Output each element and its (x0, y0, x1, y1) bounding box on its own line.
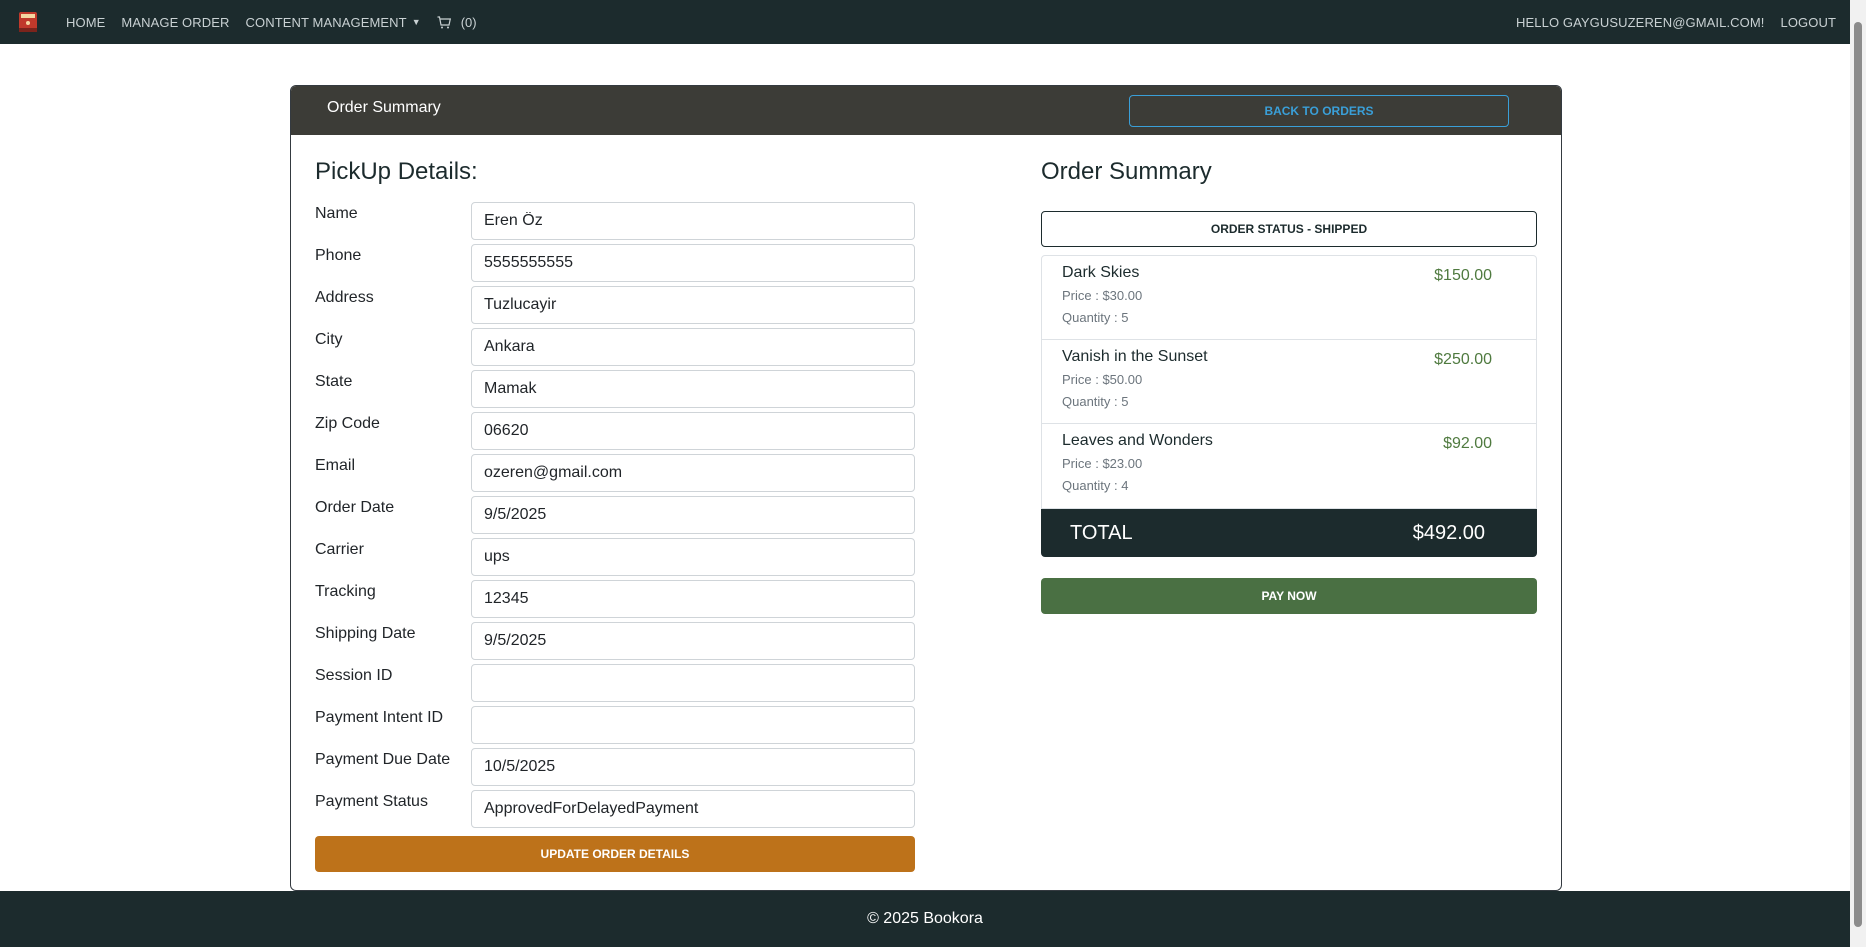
form-row: Zip Code (315, 412, 915, 454)
top-navbar: HOME MANAGE ORDER CONTENT MANAGEMENT ▼ (… (0, 0, 1850, 44)
list-item: Dark Skies Price : $30.00 Quantity : 5 $150… (1042, 256, 1536, 340)
nav-content-management[interactable]: CONTENT MANAGEMENT ▼ (246, 15, 421, 30)
card-header: Order Summary BACK TO ORDERS (291, 86, 1561, 135)
carrier-label: Carrier (315, 541, 364, 558)
update-order-details-button[interactable]: UPDATE ORDER DETAILS (315, 836, 915, 872)
payment-intent-id-label: Payment Intent ID (315, 709, 444, 726)
pickup-details-section: PickUp Details: Name Phone Address City Stat… (315, 158, 915, 872)
payment-status-label: Payment Status (315, 793, 428, 810)
email-label: Email (315, 457, 356, 474)
order-item-total: $250.00 (1434, 351, 1492, 368)
pickup-details-title: PickUp Details: (315, 158, 478, 185)
address-label: Address (315, 289, 374, 306)
zip-code-label: Zip Code (315, 415, 380, 432)
order-date-input[interactable] (471, 496, 915, 534)
form-row: Carrier (315, 538, 915, 580)
nav-user-greeting[interactable]: HELLO GAYGUSUZEREN@GMAIL.COM! (1516, 15, 1764, 30)
session-id-input[interactable] (471, 664, 915, 702)
form-row: City (315, 328, 915, 370)
phone-input[interactable] (471, 244, 915, 282)
order-date-label: Order Date (315, 499, 395, 516)
form-row: State (315, 370, 915, 412)
total-value: $492.00 (1412, 521, 1485, 544)
page-scrollbar[interactable] (1850, 0, 1866, 947)
payment-due-date-label: Payment Due Date (315, 751, 451, 768)
city-label: City (315, 331, 343, 348)
form-row: Payment Due Date (315, 748, 915, 790)
nav-manage-order[interactable]: MANAGE ORDER (121, 15, 229, 30)
footer: © 2025 Bookora (0, 891, 1850, 947)
email-input[interactable] (471, 454, 915, 492)
form-row: Email (315, 454, 915, 496)
form-row: Session ID (315, 664, 915, 706)
order-items-list: Dark Skies Price : $30.00 Quantity : 5 $150… (1041, 255, 1537, 509)
chevron-down-icon: ▼ (411, 17, 421, 27)
form-row: Payment Intent ID (315, 706, 915, 748)
shipping-date-label: Shipping Date (315, 625, 416, 642)
order-summary-card: Order Summary BACK TO ORDERS PickUp Deta… (290, 85, 1562, 891)
state-label: State (315, 373, 353, 390)
order-summary-section: Order Summary ORDER STATUS - SHIPPED Dar… (1041, 158, 1537, 614)
list-item: Leaves and Wonders Price : $23.00 Quantity… (1042, 424, 1536, 508)
form-row: Shipping Date (315, 622, 915, 664)
order-item-total: $150.00 (1434, 267, 1492, 284)
card-title: Order Summary (327, 98, 441, 116)
payment-due-date-input[interactable] (471, 748, 915, 786)
order-item-quantity: Quantity : 5 (1062, 394, 1129, 409)
phone-label: Phone (315, 247, 362, 264)
order-summary-title: Order Summary (1041, 158, 1212, 185)
nav-cart[interactable]: (0) (437, 15, 477, 30)
shipping-date-input[interactable] (471, 622, 915, 660)
scrollbar-thumb[interactable] (1854, 22, 1862, 927)
cart-count: (0) (460, 14, 477, 30)
order-item-quantity: Quantity : 5 (1062, 310, 1129, 325)
pay-now-button[interactable]: PAY NOW (1041, 578, 1537, 614)
order-status-badge: ORDER STATUS - SHIPPED (1041, 211, 1537, 247)
list-item: Vanish in the Sunset Price : $50.00 Quanti… (1042, 340, 1536, 424)
order-item-price: Price : $30.00 (1062, 288, 1143, 303)
form-row: Order Date (315, 496, 915, 538)
tracking-label: Tracking (315, 583, 376, 600)
order-item-quantity: Quantity : 4 (1062, 478, 1129, 493)
nav-content-management-label: CONTENT MANAGEMENT (245, 14, 407, 30)
city-input[interactable] (471, 328, 915, 366)
order-item-total: $92.00 (1443, 435, 1492, 452)
session-id-label: Session ID (315, 667, 393, 684)
zip-code-input[interactable] (471, 412, 915, 450)
total-label: TOTAL (1070, 521, 1133, 544)
name-label: Name (315, 205, 358, 222)
address-input[interactable] (471, 286, 915, 324)
name-input[interactable] (471, 202, 915, 240)
nav-home[interactable]: HOME (66, 15, 105, 30)
form-row: Name (315, 202, 915, 244)
order-item-price: Price : $50.00 (1062, 372, 1143, 387)
tracking-input[interactable] (471, 580, 915, 618)
cart-icon (437, 15, 451, 28)
order-item-name: Dark Skies (1062, 264, 1140, 281)
payment-status-input[interactable] (471, 790, 915, 828)
order-item-name: Vanish in the Sunset (1062, 348, 1208, 365)
form-row: Phone (315, 244, 915, 286)
form-row: Tracking (315, 580, 915, 622)
footer-copyright: © 2025 Bookora (867, 910, 983, 927)
order-item-price: Price : $23.00 (1062, 456, 1143, 471)
order-total-bar: TOTAL $492.00 (1041, 509, 1537, 557)
nav-logout[interactable]: LOGOUT (1781, 15, 1837, 30)
order-item-name: Leaves and Wonders (1062, 432, 1213, 449)
back-to-orders-button[interactable]: BACK TO ORDERS (1129, 95, 1509, 127)
book-logo-icon[interactable] (14, 8, 42, 36)
form-row: Address (315, 286, 915, 328)
carrier-input[interactable] (471, 538, 915, 576)
payment-intent-id-input[interactable] (471, 706, 915, 744)
state-input[interactable] (471, 370, 915, 408)
form-row: Payment Status (315, 790, 915, 832)
